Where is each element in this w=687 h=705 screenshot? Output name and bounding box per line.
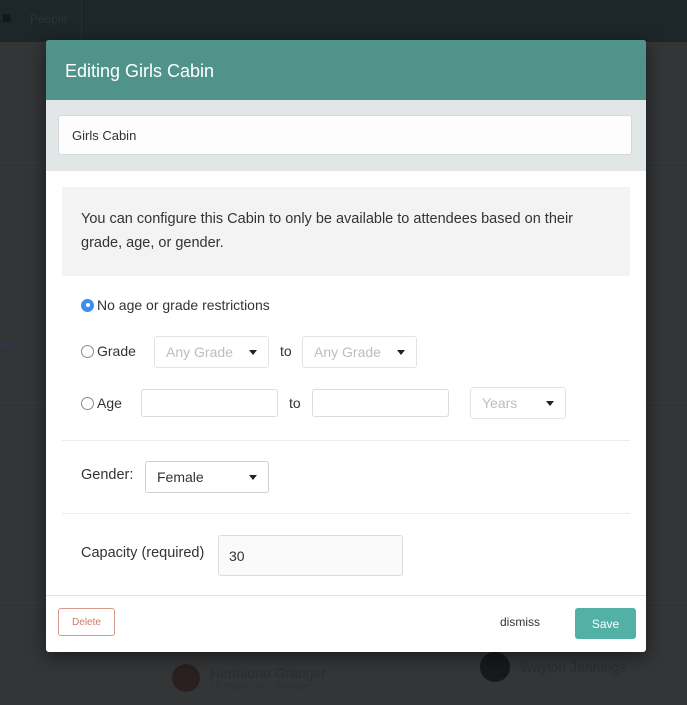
modal-title: Editing Girls Cabin — [65, 61, 215, 81]
grade-from-select[interactable]: Any Grade — [154, 336, 269, 368]
radio-unchecked-icon[interactable] — [81, 344, 94, 358]
age-to-input[interactable] — [312, 389, 449, 417]
select-value: Any Grade — [166, 344, 233, 360]
capacity-input[interactable] — [218, 535, 403, 576]
dismiss-button[interactable]: dismiss — [500, 615, 540, 629]
modal-header: Editing Girls Cabin — [46, 40, 646, 100]
edit-cabin-modal: Editing Girls Cabin You can configure th… — [46, 40, 646, 652]
age-from-input[interactable] — [141, 389, 278, 417]
caret-down-icon — [397, 349, 405, 355]
capacity-row: Capacity (required) — [62, 514, 630, 597]
radio-age[interactable]: Age — [81, 395, 122, 411]
modal-body: You can configure this Cabin to only be … — [46, 171, 646, 597]
background-navbar: ■ People — [0, 0, 687, 42]
gender-select[interactable]: Female — [145, 461, 269, 493]
nav-divider — [81, 0, 82, 42]
restrictions-section: No age or grade restrictions Grade Any G… — [62, 276, 630, 440]
radio-unchecked-icon[interactable] — [81, 396, 94, 410]
radio-no-restrictions[interactable]: No age or grade restrictions — [81, 297, 270, 313]
delete-button[interactable]: Delete — [58, 608, 115, 636]
capacity-label: Capacity (required) — [81, 545, 205, 561]
radio-label: No age or grade restrictions — [97, 297, 270, 313]
people-icon: ■ — [2, 10, 12, 27]
background-person: Hermione Granger 12 Years Old · Female — [172, 664, 326, 692]
name-bar — [46, 100, 646, 171]
radio-label: Age — [97, 395, 122, 411]
person-name: Hermione Granger — [210, 664, 326, 681]
person-sub: 12 Years Old · Female — [210, 680, 310, 692]
grade-to-select[interactable]: Any Grade — [302, 336, 417, 368]
avatar — [172, 664, 200, 692]
to-label: to — [289, 395, 301, 411]
modal-footer: Delete dismiss Save — [46, 595, 646, 652]
gender-label: Gender: — [81, 467, 134, 483]
background-person: Waylon Jennings — [480, 652, 626, 682]
background-text: ▪▪▪ — [0, 337, 14, 352]
radio-checked-icon[interactable] — [81, 298, 94, 312]
avatar — [480, 652, 510, 682]
age-unit-select[interactable]: Years — [470, 387, 566, 419]
select-value: Any Grade — [314, 344, 381, 360]
radio-grade[interactable]: Grade — [81, 343, 136, 359]
caret-down-icon — [546, 400, 554, 406]
caret-down-icon — [249, 349, 257, 355]
save-button[interactable]: Save — [575, 608, 636, 639]
caret-down-icon — [249, 474, 257, 480]
to-label: to — [280, 343, 292, 359]
person-name: Waylon Jennings — [520, 659, 627, 675]
gender-row: Gender: Female — [62, 441, 630, 513]
cabin-name-input[interactable] — [58, 115, 632, 155]
radio-label: Grade — [97, 343, 136, 359]
nav-label: People — [30, 12, 68, 26]
info-box: You can configure this Cabin to only be … — [62, 187, 630, 276]
select-value: Years — [482, 395, 518, 411]
select-value: Female — [157, 469, 204, 485]
